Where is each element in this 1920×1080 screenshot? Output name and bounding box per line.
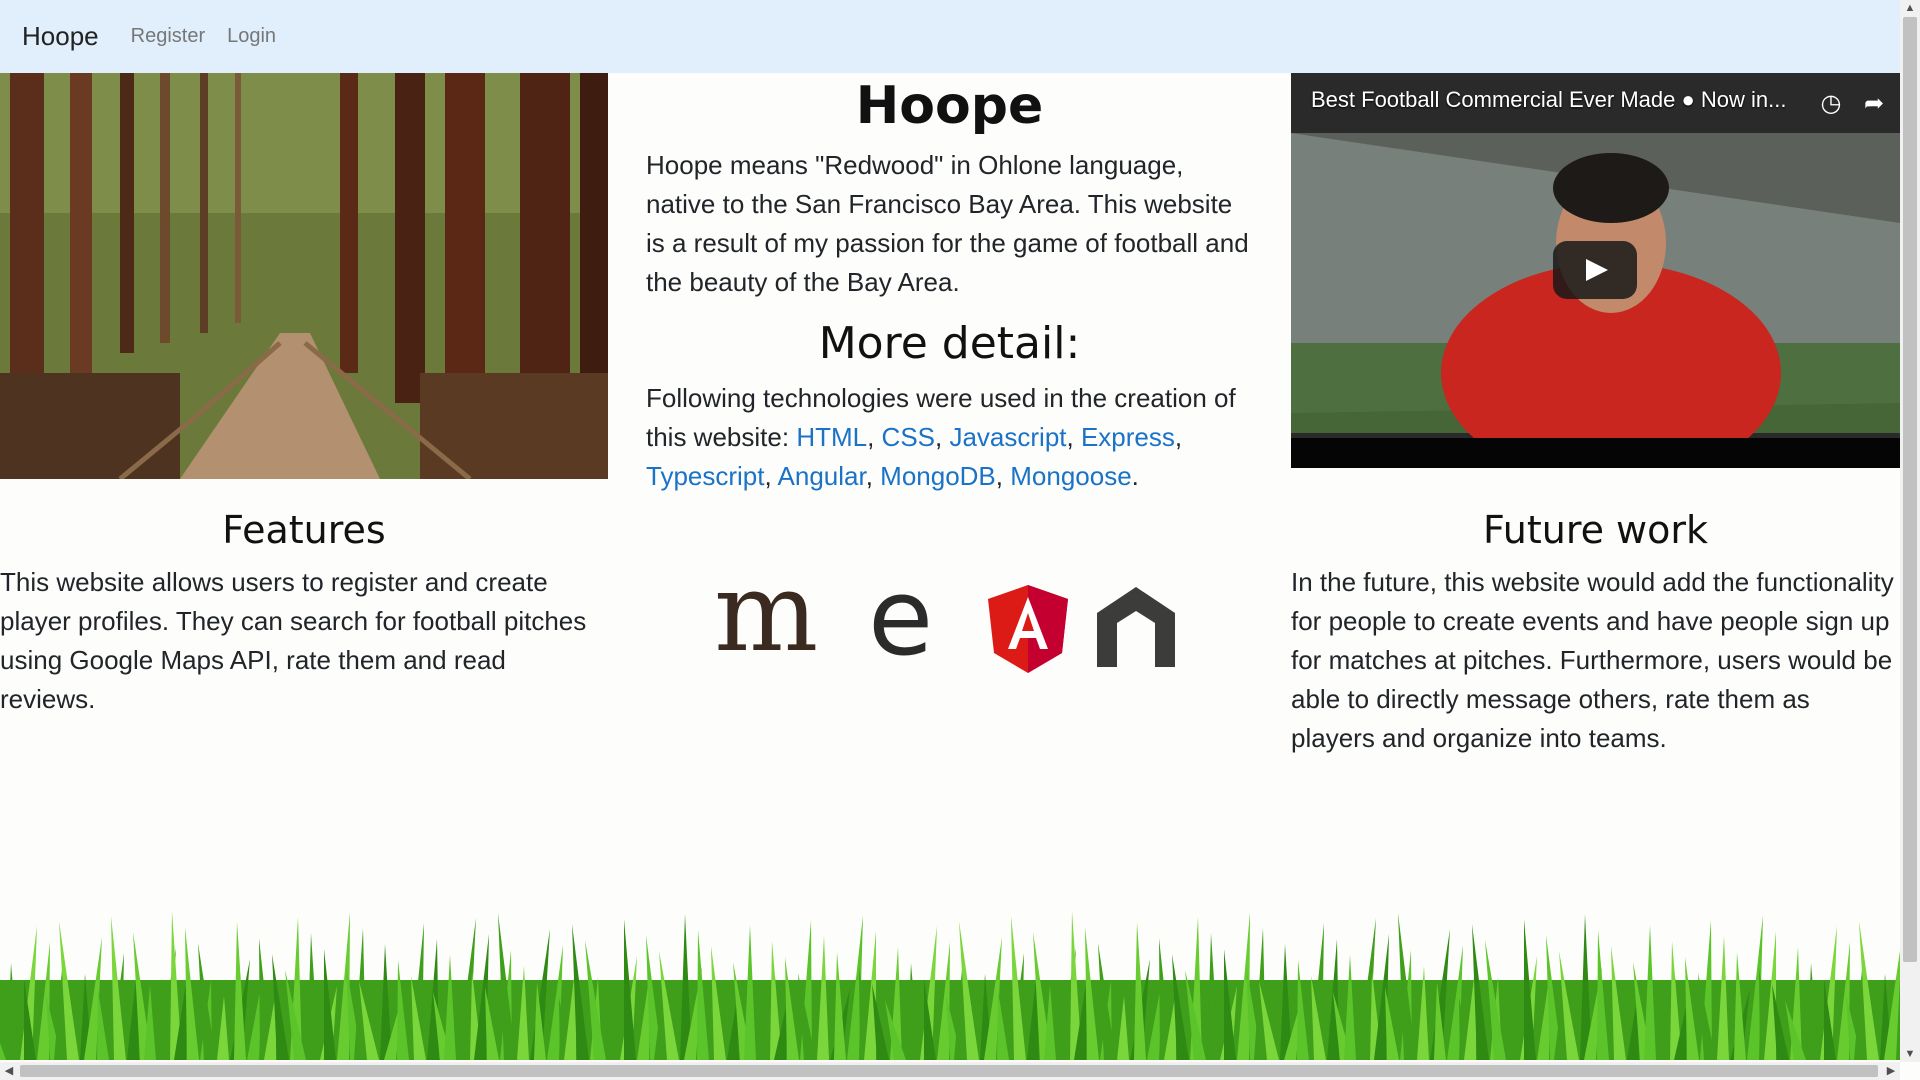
detail-text: Following technologies were used in the … [646,383,1236,491]
scroll-down-icon[interactable]: ▼ [1901,1046,1919,1062]
vertical-scrollbar[interactable]: ▲ ▼ [1900,0,1920,1062]
register-link[interactable]: Register [131,25,205,48]
features-heading: Features [222,508,386,552]
vertical-scroll-thumb[interactable] [1903,17,1917,962]
html-link[interactable]: HTML [796,422,867,452]
javascript-link[interactable]: Javascript [949,422,1066,452]
mean-e-letter: e [868,556,934,679]
angular-link[interactable]: Angular [778,461,866,491]
navbar: Hoope Register Login [0,0,1900,73]
login-link[interactable]: Login [227,25,276,48]
scroll-right-icon[interactable]: ▶ [1882,1063,1900,1079]
more-detail-heading: More detail: [818,318,1081,369]
angular-icon [988,585,1068,673]
css-link[interactable]: CSS [882,422,935,452]
mean-stack-logo: m e [700,555,1200,695]
express-link[interactable]: Express [1081,422,1175,452]
video-player[interactable]: Best Football Commercial Ever Made ● Now… [1291,73,1900,468]
node-icon [1097,587,1175,667]
typescript-link[interactable]: Typescript [646,461,765,491]
horizontal-scrollbar[interactable]: ◀ ▶ [0,1062,1900,1080]
video-title[interactable]: Best Football Commercial Ever Made ● Now… [1311,87,1786,113]
redwood-forest-image [0,73,608,479]
horizontal-scroll-thumb[interactable] [20,1065,1878,1077]
page-title: Hoope [855,76,1044,136]
intro-text: Hoope means "Redwood" in Ohlone language… [646,150,1249,297]
clock-icon[interactable]: ◷ [1816,89,1846,119]
features-text: This website allows users to register an… [0,567,587,714]
future-work-heading: Future work [1482,508,1709,552]
mongodb-link[interactable]: MongoDB [880,461,996,491]
mongoose-link[interactable]: Mongoose [1010,461,1131,491]
scroll-up-icon[interactable]: ▲ [1901,0,1919,16]
mean-m-letter: m [714,548,818,676]
future-work-text: In the future, this website would add th… [1291,567,1894,753]
scroll-left-icon[interactable]: ◀ [0,1063,18,1079]
share-icon[interactable]: ➦ [1859,89,1889,119]
grass-footer-image [0,911,1900,1060]
brand-link[interactable]: Hoope [22,21,99,52]
play-icon[interactable] [1553,241,1637,299]
